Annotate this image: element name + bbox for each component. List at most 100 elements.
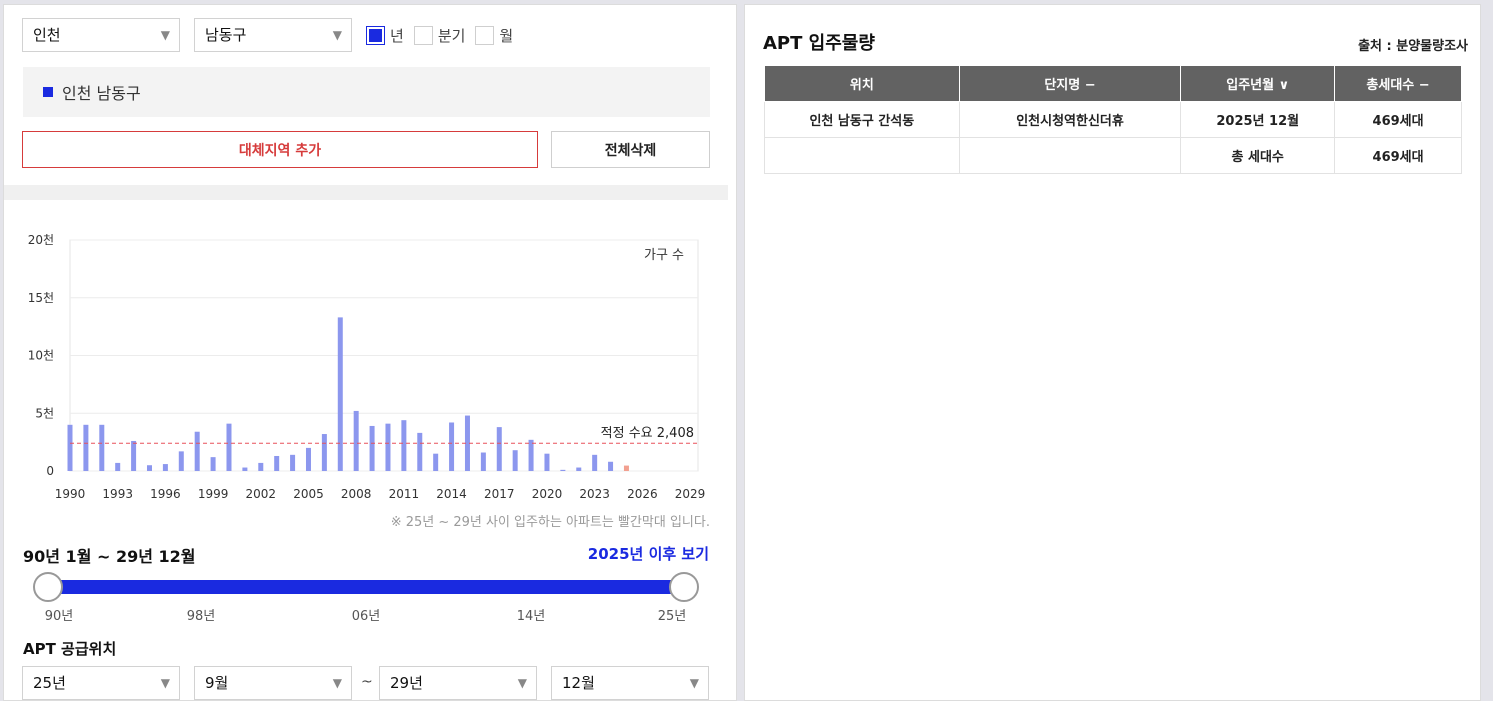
to-month-select[interactable]: 12월 ▼ — [551, 666, 709, 700]
chart-legend-label: 가구 수 — [644, 248, 684, 263]
bar — [146, 465, 152, 471]
bar — [131, 440, 137, 471]
slider-label: 14년 — [516, 609, 546, 624]
slider-label: 25년 — [657, 609, 687, 624]
x-tick-label: 2023 — [579, 487, 610, 501]
table-cell — [764, 136, 960, 174]
bar — [337, 317, 343, 471]
bar — [274, 455, 280, 471]
x-tick-label: 1993 — [102, 487, 133, 501]
bar — [290, 454, 296, 471]
period-range-label: 90년 1월 ~ 29년 12월 — [23, 547, 196, 566]
bar — [226, 423, 232, 471]
delete-all-button[interactable]: 전체삭제 — [551, 131, 710, 168]
bar — [449, 422, 455, 471]
city-select[interactable]: 인천 ▼ — [22, 18, 180, 52]
bar — [162, 464, 168, 471]
y-tick-label: 20천 — [28, 232, 54, 247]
x-tick-label: 2011 — [389, 487, 420, 501]
chevron-down-icon: ▼ — [332, 676, 342, 690]
x-tick-label: 2014 — [436, 487, 467, 501]
chevron-down-icon: ▼ — [332, 28, 342, 42]
year-checkbox[interactable] — [366, 26, 385, 45]
y-tick-label: 15천 — [28, 290, 54, 305]
slider-label: 98년 — [186, 609, 216, 624]
x-tick-label: 2008 — [341, 487, 372, 501]
table-cell: 469세대 — [1334, 100, 1462, 138]
district-select[interactable]: 남동구 ▼ — [194, 18, 352, 52]
section-divider — [4, 185, 728, 200]
bar — [353, 410, 359, 471]
bar — [83, 424, 89, 471]
x-tick-label: 2005 — [293, 487, 324, 501]
slider-labels: 90년 98년 06년 14년 25년 — [4, 605, 738, 624]
period-option-quarter[interactable]: 분기 — [413, 25, 466, 46]
bar — [210, 457, 216, 471]
period-option-year[interactable]: 년 — [366, 25, 404, 46]
x-tick-label: 2002 — [246, 487, 277, 501]
table-header-row: 위치 단지명 − 입주년월 ∨ 총세대수 − — [764, 66, 1462, 102]
table-cell: 469세대 — [1334, 136, 1462, 174]
to-year-select[interactable]: 29년 ▼ — [379, 666, 537, 700]
bar — [115, 462, 121, 471]
move-in-table: 위치 단지명 − 입주년월 ∨ 총세대수 − 인천 남동구 간석동 인천시청역한… — [764, 66, 1462, 174]
x-tick-label: 2020 — [532, 487, 563, 501]
column-header-move-in-date[interactable]: 입주년월 ∨ — [1180, 66, 1336, 102]
from-year-select[interactable]: 25년 ▼ — [22, 666, 180, 700]
to-month-value: 12월 — [562, 674, 595, 692]
bar — [385, 423, 391, 471]
bar — [560, 469, 566, 471]
bar — [194, 431, 200, 471]
bar — [258, 462, 264, 471]
month-checkbox[interactable] — [475, 26, 495, 45]
district-select-value: 남동구 — [205, 26, 247, 44]
bar — [623, 465, 629, 471]
y-tick-label: 10천 — [28, 348, 54, 363]
bar — [480, 452, 486, 471]
table-total-row: 총 세대수 469세대 — [764, 136, 1462, 174]
supply-bar-chart: 0 5천 10천 15천 20천 1990 1993 1996 1999 2002 2005 2008… — [28, 232, 706, 501]
slider-label: 90년 — [44, 609, 74, 624]
bar — [67, 424, 73, 471]
period-option-month[interactable]: 월 — [475, 25, 513, 46]
region-color-square-icon — [43, 87, 53, 97]
bar — [433, 453, 439, 471]
quarter-checkbox[interactable] — [413, 26, 433, 45]
city-select-value: 인천 — [33, 26, 61, 44]
slider-end-handle[interactable] — [669, 572, 699, 602]
bar — [99, 424, 105, 471]
x-tick-label: 2029 — [675, 487, 706, 501]
right-panel: APT 입주물량 출처 : 분양물량조사 위치 단지명 − 입주년월 ∨ 총세대… — [744, 4, 1481, 701]
from-month-select[interactable]: 9월 ▼ — [194, 666, 352, 700]
column-header-location[interactable]: 위치 — [764, 66, 960, 102]
left-panel: 인천 ▼ 남동구 ▼ 년 분기 월 인천 남동구 대체지역 추가 전체삭제 0 5… — [3, 4, 737, 701]
table-row[interactable]: 인천 남동구 간석동 인천시청역한신더휴 2025년 12월 469세대 — [764, 100, 1462, 138]
column-header-complex[interactable]: 단지명 − — [958, 66, 1182, 102]
period-option-label: 분기 — [437, 27, 466, 45]
apt-move-in-title: APT 입주물량 — [763, 33, 875, 54]
range-tilde: ~ — [361, 674, 373, 690]
bar — [608, 461, 614, 471]
from-year-value: 25년 — [33, 674, 66, 692]
period-option-label: 월 — [499, 27, 514, 45]
chart-note: ※ 25년 ~ 29년 사이 입주하는 아파트는 빨간막대 입니다. — [390, 515, 710, 530]
view-after-2025-link[interactable]: 2025년 이후 보기 — [588, 543, 709, 564]
bar — [417, 432, 423, 471]
selected-region-label: 인천 남동구 — [62, 84, 141, 103]
column-header-households[interactable]: 총세대수 − — [1334, 66, 1462, 102]
period-checkbox-group: 년 분기 월 — [366, 25, 523, 46]
table-cell — [958, 136, 1182, 174]
bar — [544, 453, 550, 471]
add-region-button[interactable]: 대체지역 추가 — [22, 131, 538, 168]
table-cell: 2025년 12월 — [1180, 100, 1336, 138]
chevron-down-icon: ▼ — [689, 676, 699, 690]
bar — [496, 427, 502, 471]
x-tick-label: 2017 — [484, 487, 515, 501]
x-tick-label: 1990 — [55, 487, 86, 501]
bar — [401, 420, 407, 471]
bar — [178, 451, 184, 471]
year-range-slider-track[interactable] — [48, 580, 685, 594]
bar — [321, 434, 327, 471]
slider-start-handle[interactable] — [33, 572, 63, 602]
bar — [576, 467, 582, 471]
